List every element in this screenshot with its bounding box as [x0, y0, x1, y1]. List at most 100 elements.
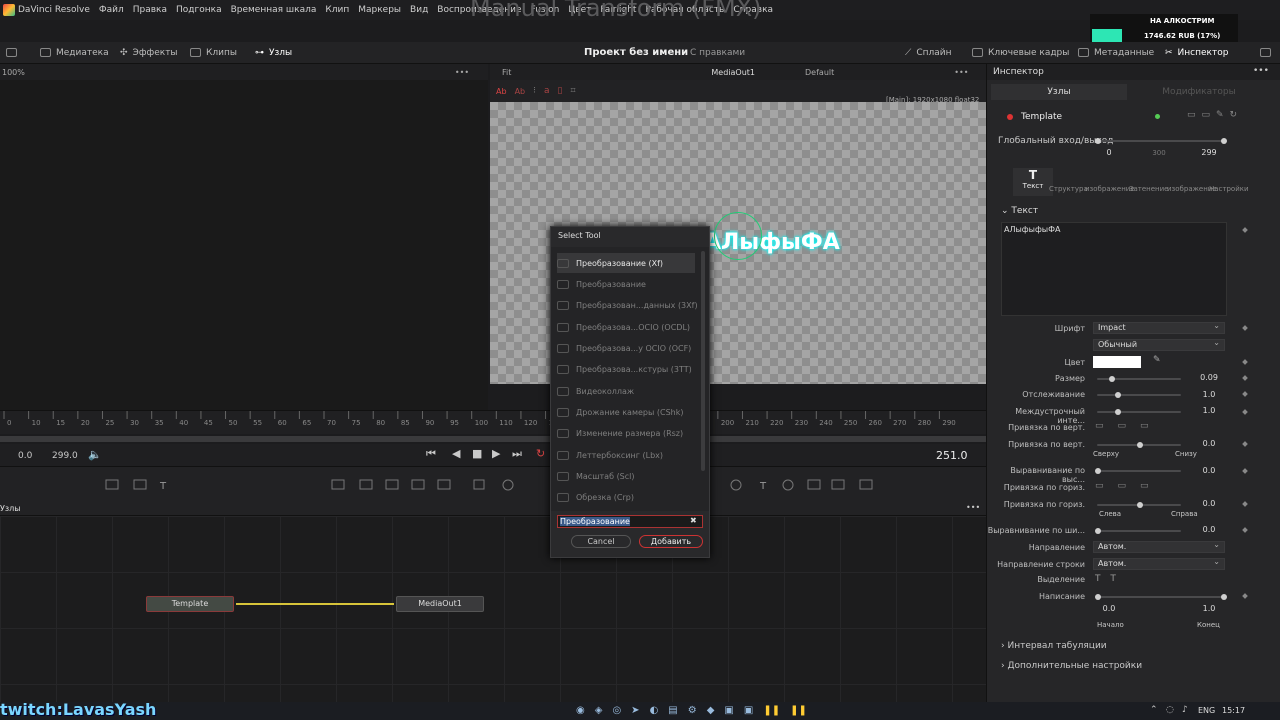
inspector-button[interactable]: ✂ Инспектор — [1165, 48, 1228, 58]
panel-toggle-icon[interactable] — [6, 48, 17, 57]
keyframe-icon[interactable] — [1242, 441, 1248, 447]
spline-button[interactable]: ⟋ Сплайн — [905, 48, 951, 58]
go-start-icon[interactable]: ⏮ — [426, 447, 436, 461]
tool-item[interactable]: Преобразование (Xf) — [557, 253, 695, 273]
font-dropdown[interactable]: Impact — [1093, 321, 1225, 334]
viewer-more-icon[interactable]: ••• — [954, 68, 968, 77]
tracking-value[interactable]: 1.0 — [1189, 390, 1229, 399]
node-template[interactable]: Template — [146, 596, 234, 612]
pause-icon[interactable]: ❚❚ — [763, 705, 780, 716]
tray-up-icon[interactable]: ⌃ — [1150, 705, 1158, 715]
keyframe-icon[interactable] — [1242, 227, 1248, 233]
h-align-slider[interactable] — [1095, 528, 1181, 534]
timeline-ruler[interactable]: 0 10 15 20 25 30 35 40 45 50 55 60 65 70 75 80 85 90 95 100… — [0, 410, 986, 434]
tool-item[interactable]: Леттербоксинг (Lbx) — [557, 445, 695, 465]
keyframe-icon[interactable] — [1242, 468, 1248, 474]
keyframe-icon[interactable] — [1242, 593, 1248, 599]
h-anchor-buttons[interactable]: ▭▭▭ — [1095, 481, 1163, 491]
subtab-text[interactable]: T Текст — [1013, 168, 1053, 196]
h-justify-slider[interactable] — [1097, 502, 1181, 508]
stop-icon[interactable]: ■ — [472, 447, 482, 460]
volume-icon[interactable]: ♪ — [1182, 705, 1188, 715]
tool-item[interactable]: Изменение размера (Rsz) — [557, 423, 695, 443]
color-swatch[interactable] — [1093, 356, 1141, 368]
pause2-icon[interactable]: ❚❚ — [790, 705, 807, 716]
settings-icon[interactable]: ⚙ — [688, 705, 697, 716]
v-align-value[interactable]: 0.0 — [1189, 466, 1229, 475]
size-value[interactable]: 0.09 — [1189, 373, 1229, 382]
inspector-more-icon[interactable]: ••• — [1253, 66, 1269, 76]
global-out-value[interactable]: 299 — [1189, 148, 1229, 157]
menu-markers[interactable]: Маркеры — [358, 5, 401, 15]
tool-item[interactable]: Видеоколлаж — [557, 381, 695, 401]
edge-icon[interactable]: ◉ — [576, 705, 585, 716]
firefox-icon[interactable]: ◐ — [650, 705, 659, 716]
tool-item[interactable]: Преобразование — [557, 274, 695, 294]
app-icon[interactable]: ▣ — [724, 705, 733, 716]
node-mediaout[interactable]: MediaOut1 — [396, 596, 484, 612]
tool-d-icon[interactable]: ⌗ — [570, 86, 575, 96]
tool-item[interactable]: Дрожание камеры (CShk) — [557, 402, 695, 422]
keyframe-icon[interactable] — [1242, 527, 1248, 533]
play-reverse-icon[interactable]: ◀ — [452, 447, 460, 460]
telegram-icon[interactable]: ➤ — [631, 705, 639, 716]
obs-icon[interactable]: ◎ — [612, 705, 621, 716]
tab-nodes[interactable]: Узлы — [991, 84, 1127, 100]
line-spacing-value[interactable]: 1.0 — [1189, 406, 1229, 415]
size-slider[interactable] — [1097, 376, 1181, 382]
tool-a-icon[interactable]: ⁝ — [533, 86, 536, 96]
h-justify-value[interactable]: 0.0 — [1189, 499, 1229, 508]
timeline-scrub-bar[interactable] — [0, 436, 986, 442]
menu-clip[interactable]: Клип — [325, 5, 349, 15]
media-pool-button[interactable]: Медиатека — [40, 48, 109, 58]
clips-button[interactable]: Клипы — [190, 48, 237, 58]
tracking-slider[interactable] — [1097, 392, 1181, 398]
network-icon[interactable]: ◌ — [1166, 705, 1174, 715]
cancel-button[interactable]: Cancel — [571, 535, 631, 548]
tool-b-icon[interactable]: a — [544, 86, 550, 96]
keyframe-icon[interactable] — [1242, 325, 1248, 331]
viewer-fit[interactable]: Fit — [502, 68, 511, 77]
tool-search-field[interactable]: Преобразование ✖ — [557, 515, 703, 528]
text-tool-icon[interactable]: Ab — [496, 87, 507, 96]
text-italic-icon[interactable]: Ab — [515, 87, 526, 96]
subtab-shading[interactable]: Затенение — [1129, 185, 1168, 193]
subtab-image[interactable]: изображение — [1085, 185, 1135, 193]
emphasis-buttons[interactable]: TT — [1095, 574, 1126, 584]
keyframe-icon[interactable] — [1242, 391, 1248, 397]
line-spacing-slider[interactable] — [1097, 409, 1181, 415]
tool-list-scrollbar[interactable] — [701, 251, 705, 471]
tool-item[interactable]: Преобразова...OCIO (OCDL) — [557, 317, 695, 337]
menu-view[interactable]: Вид — [410, 5, 428, 15]
keyframe-icon[interactable] — [1242, 359, 1248, 365]
style-dropdown[interactable]: Обычный — [1093, 338, 1225, 351]
transform-widget[interactable] — [714, 212, 762, 260]
tool-item[interactable]: Преобразова...кстуры (3TT) — [557, 359, 695, 379]
node-enabled-icon[interactable] — [1155, 114, 1160, 119]
audio-icon[interactable]: 🔈 — [88, 448, 102, 461]
global-io-slider[interactable] — [1095, 138, 1227, 144]
play-icon[interactable]: ▶ — [492, 447, 500, 460]
tool-item[interactable]: Преобразован...данных (3Xf) — [557, 295, 698, 315]
tool-item[interactable]: Обрезка (Crp) — [557, 487, 695, 507]
global-in-value[interactable]: 0 — [1089, 148, 1129, 157]
v-justify-slider[interactable] — [1097, 442, 1181, 448]
menu-trim[interactable]: Подгонка — [176, 5, 222, 15]
line-direction-dropdown[interactable]: Автом. — [1093, 557, 1225, 570]
section-advanced-header[interactable]: › Дополнительные настройки — [1001, 661, 1142, 671]
write-start-value[interactable]: 0.0 — [1089, 604, 1129, 613]
menu-file[interactable]: Файл — [99, 5, 124, 15]
section-tabs-header[interactable]: › Интервал табуляции — [1001, 641, 1107, 651]
keyframe-icon[interactable] — [1242, 409, 1248, 415]
v-justify-value[interactable]: 0.0 — [1189, 439, 1229, 448]
current-frame[interactable]: 251.0 — [936, 449, 968, 462]
nodes-button[interactable]: ⊶ Узлы — [255, 48, 292, 58]
loop-icon[interactable]: ↻ — [536, 447, 545, 460]
left-viewer-more-icon[interactable]: ••• — [455, 68, 469, 77]
resolve-icon[interactable]: ◆ — [707, 705, 715, 716]
left-viewer[interactable] — [0, 80, 488, 410]
write-end-value[interactable]: 1.0 — [1189, 604, 1229, 613]
h-align-value[interactable]: 0.0 — [1189, 525, 1229, 534]
tab-modifiers[interactable]: Модификаторы — [1131, 84, 1267, 100]
node-graph[interactable]: Template MediaOut1 — [0, 516, 986, 702]
